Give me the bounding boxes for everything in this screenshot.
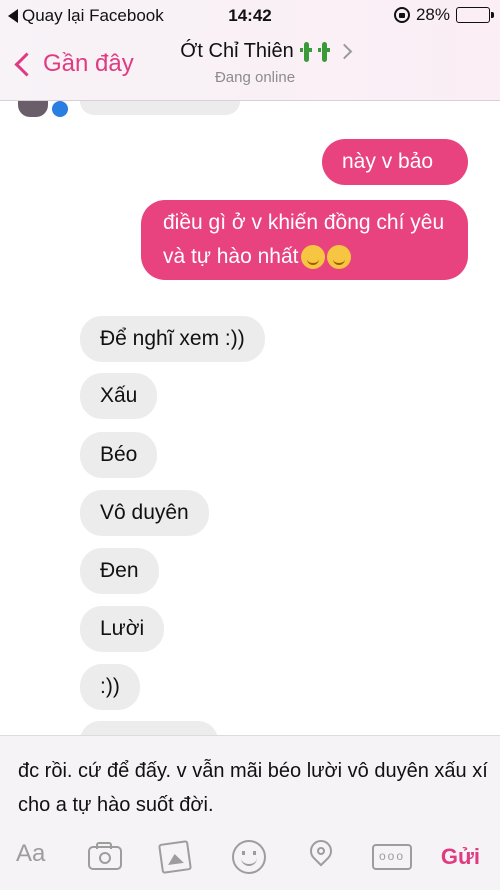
contact-name-row: Ớt Chỉ Thiên	[180, 40, 330, 63]
message-bubble-outgoing[interactable]: điều gì ở v khiến đồng chí yêu và tự hào…	[141, 200, 468, 280]
battery-percent: 28%	[415, 5, 450, 24]
status-bar: Quay lại Facebook 14:42 28%	[0, 0, 500, 32]
message-text: Xấu	[100, 384, 138, 407]
message-thread[interactable]: này v bảo điều gì ở v khiến đồng chí yêu…	[0, 101, 500, 735]
message-composer: đc rồi. cứ để đấy. v vẫn mãi béo lười vô…	[0, 735, 500, 890]
conversation-header: Gần đây Ớt Chỉ Thiên Đang online	[0, 32, 500, 101]
contact-title[interactable]: Ớt Chỉ Thiên Đang online	[140, 40, 370, 86]
relieved-face-emoji-icon	[326, 245, 351, 270]
message-text: Đen	[100, 559, 139, 582]
send-button[interactable]: Gửi	[441, 844, 480, 870]
back-button[interactable]: Gần đây	[12, 50, 134, 78]
text-format-button[interactable]: Aa	[16, 840, 45, 868]
message-text: Lười	[100, 617, 145, 640]
rotation-lock-icon	[393, 7, 410, 23]
message-bubble-incoming[interactable]: Vô duyên	[80, 490, 209, 536]
message-bubble-incoming[interactable]: Đen	[80, 548, 159, 594]
message-text: Béo	[100, 443, 138, 466]
previous-message-bubble[interactable]	[80, 101, 240, 115]
message-text: Vô duyên	[100, 501, 189, 524]
message-bubble-outgoing[interactable]: này v bảo	[322, 139, 468, 185]
gallery-icon[interactable]	[158, 840, 192, 874]
message-bubble-incoming[interactable]: Xấu	[80, 373, 158, 419]
relieved-face-emoji-icon	[300, 245, 325, 270]
message-bubble-incoming[interactable]: Béo	[80, 432, 158, 478]
composer-toolbar: Aa ooo Gửi	[0, 832, 500, 880]
presence-status: Đang online	[214, 69, 296, 86]
message-text: :))	[100, 675, 120, 698]
more-icon[interactable]: ooo	[372, 844, 412, 870]
contact-name: Ớt Chỉ Thiên	[180, 40, 294, 62]
location-pin-icon[interactable]	[305, 835, 337, 867]
back-button-label: Gần đây	[43, 50, 134, 77]
messenger-badge-icon	[50, 101, 70, 119]
chevron-left-icon	[14, 51, 39, 77]
message-bubble-incoming[interactable]	[80, 721, 218, 735]
message-bubble-incoming[interactable]: Để nghĩ xem :))	[80, 316, 265, 362]
cactus-emoji-icon	[299, 41, 312, 62]
camera-icon[interactable]	[88, 842, 122, 870]
cactus-emoji-icon	[317, 41, 330, 62]
message-bubble-incoming[interactable]: :))	[80, 664, 140, 710]
status-right: 28%	[393, 5, 494, 25]
battery-icon	[456, 7, 494, 23]
emoji-icon[interactable]	[232, 840, 266, 874]
avatar[interactable]	[18, 101, 48, 117]
message-text: này v bảo	[342, 150, 434, 173]
message-input[interactable]: đc rồi. cứ để đấy. v vẫn mãi béo lười vô…	[18, 754, 488, 822]
message-text: Để nghĩ xem :))	[100, 327, 245, 350]
message-bubble-incoming[interactable]: Lười	[80, 606, 165, 652]
